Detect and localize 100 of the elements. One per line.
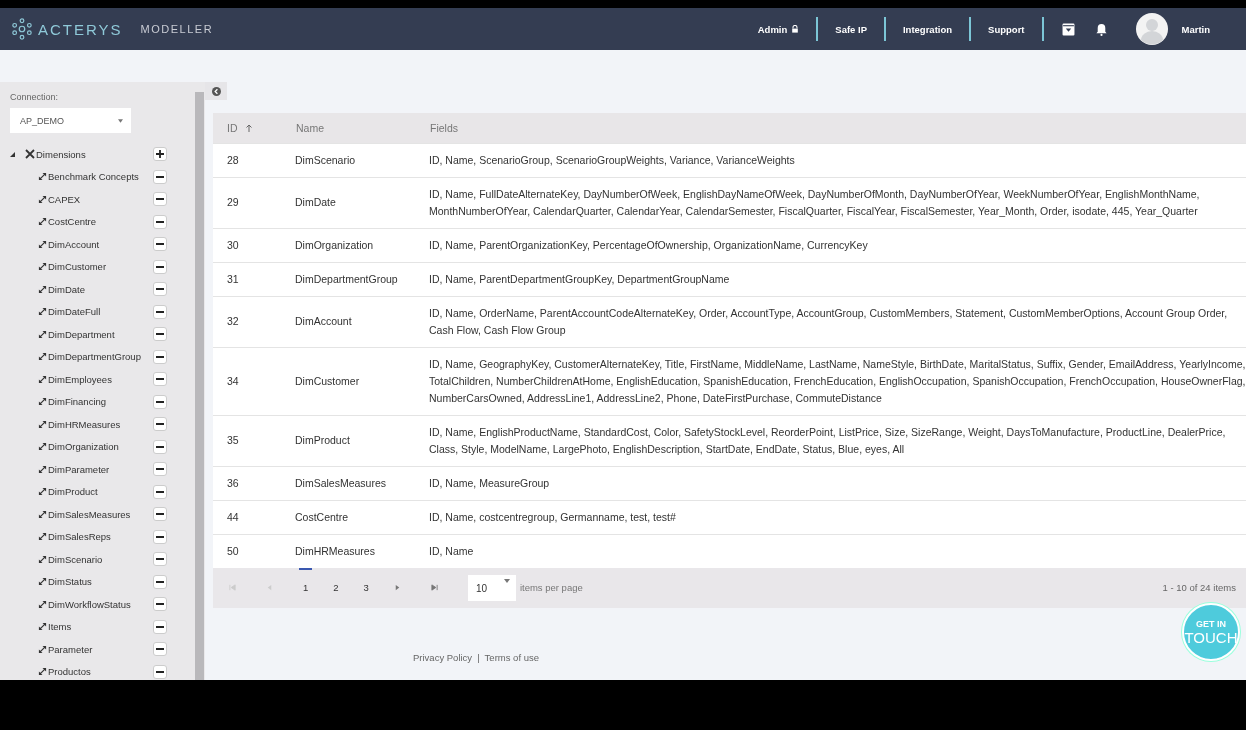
tree-item[interactable]: DimSalesReps bbox=[48, 531, 111, 543]
bell-icon[interactable] bbox=[1094, 22, 1108, 36]
connection-label: Connection: bbox=[10, 92, 60, 102]
collapse-button[interactable] bbox=[205, 82, 227, 100]
tree-item[interactable]: DimParameter bbox=[48, 463, 110, 475]
diagonal-arrow-icon bbox=[38, 374, 47, 384]
page-link[interactable]: 3 bbox=[363, 570, 369, 605]
remove-button[interactable] bbox=[153, 619, 167, 634]
remove-button[interactable] bbox=[153, 372, 167, 387]
footer-separator: | bbox=[477, 651, 480, 663]
diagonal-arrow-icon bbox=[38, 397, 47, 407]
nav-link[interactable]: Safe IP bbox=[818, 23, 884, 35]
diagonal-arrow-icon bbox=[38, 419, 47, 429]
remove-button[interactable] bbox=[153, 552, 167, 567]
caret-icon bbox=[118, 118, 123, 123]
remove-button[interactable] bbox=[153, 597, 167, 612]
tree-item[interactable]: Dimensions bbox=[36, 148, 86, 160]
tree-item[interactable]: Parameter bbox=[48, 643, 93, 655]
diagonal-arrow-icon bbox=[38, 577, 47, 587]
column-header[interactable]: ID bbox=[227, 121, 253, 134]
tree-item[interactable]: DimScenario bbox=[48, 553, 103, 565]
diagonal-arrow-icon bbox=[38, 464, 47, 474]
diagonal-arrow-icon bbox=[38, 644, 47, 654]
column-header[interactable]: Name bbox=[296, 121, 324, 134]
tree-item[interactable]: DimAccount bbox=[48, 238, 100, 250]
sort-arrow-icon bbox=[246, 123, 253, 132]
footer-link[interactable]: Privacy Policy bbox=[413, 651, 473, 663]
remove-button[interactable] bbox=[153, 394, 167, 409]
table-cell: ID, Name, FullDateAlternateKey, DayNumberOfWeek, EnglishDayNameOfWeek, DayNumberOfMonth, DayNumberOfYear, WeekNumberOfYear, EnglishMonthName, MonthNumberOfYear, CalendarQuarter, CalendarYear, CalendarSemester, FiscalQuarter, FiscalYear, FiscalSemester, Year_Month, Order, isodate, 445, Year_Quarter bbox=[429, 187, 1200, 217]
remove-button[interactable] bbox=[153, 282, 167, 297]
tree-item[interactable]: Benchmark Concepts bbox=[48, 171, 139, 183]
scrollbar[interactable] bbox=[195, 92, 204, 680]
nav-link[interactable]: Integration bbox=[886, 23, 970, 35]
tree-item[interactable]: DimHRMeasures bbox=[48, 418, 121, 430]
table-cell: ID, Name, ParentOrganizationKey, PercentageOfOwnership, OrganizationName, CurrencyKey bbox=[429, 238, 868, 251]
table-cell: ID, Name, ParentDepartmentGroupKey, DepartmentGroupName bbox=[429, 272, 730, 285]
table-cell: ID, Name, EnglishProductName, StandardCost, Color, SafetyStockLevel, ReorderPoint, ListPrice, Size, SizeRange, Weight, DaysToManufacture, ProductLine, DealerPrice, Class, Style, ModelName, LargePhoto, EnglishDescription, StartDate, EndDate, Status, Blue, eyes, All bbox=[429, 425, 1226, 455]
nav-link[interactable]: Support bbox=[971, 23, 1042, 35]
tree-item[interactable]: DimOrganization bbox=[48, 441, 119, 453]
remove-button[interactable] bbox=[153, 439, 167, 454]
tree-item[interactable]: DimCustomer bbox=[48, 261, 107, 273]
table-cell: 29 bbox=[227, 196, 239, 208]
tree-item[interactable]: CAPEX bbox=[48, 193, 81, 205]
table-cell: ID, Name bbox=[429, 544, 474, 557]
connection-dropdown[interactable]: AP_DEMO bbox=[10, 108, 131, 133]
tree-item[interactable]: DimEmployees bbox=[48, 373, 112, 385]
tree-item[interactable]: DimSalesMeasures bbox=[48, 508, 131, 520]
user-name[interactable]: Martin bbox=[1181, 23, 1210, 35]
table-cell: DimDepartmentGroup bbox=[295, 272, 398, 285]
tree-item[interactable]: DimDepartmentGroup bbox=[48, 351, 141, 363]
remove-button[interactable] bbox=[153, 484, 167, 499]
remove-button[interactable] bbox=[153, 304, 167, 319]
remove-button[interactable] bbox=[153, 529, 167, 544]
remove-button[interactable] bbox=[153, 214, 167, 229]
tree-item[interactable]: DimFinancing bbox=[48, 396, 107, 408]
nav-link[interactable]: Admin bbox=[740, 23, 817, 35]
logo-icon bbox=[11, 18, 33, 40]
table-cell: 28 bbox=[227, 153, 239, 166]
remove-button[interactable] bbox=[153, 349, 167, 364]
tree-item[interactable]: Items bbox=[48, 621, 72, 633]
expand-toggle[interactable] bbox=[10, 151, 15, 157]
remove-button[interactable] bbox=[153, 642, 167, 657]
caret-icon bbox=[503, 578, 510, 583]
footer-link[interactable]: Terms of use bbox=[484, 651, 539, 663]
column-header[interactable]: Fields bbox=[430, 121, 458, 134]
user-avatar[interactable] bbox=[1135, 13, 1168, 45]
tree-item[interactable]: DimDate bbox=[48, 283, 85, 295]
next-page-icon[interactable] bbox=[393, 584, 401, 591]
tree-item[interactable]: DimDateFull bbox=[48, 306, 101, 318]
remove-button[interactable] bbox=[153, 664, 167, 679]
remove-button[interactable] bbox=[153, 507, 167, 522]
tree-item[interactable]: DimDepartment bbox=[48, 328, 115, 340]
tree-item[interactable]: DimStatus bbox=[48, 576, 92, 588]
table-cell: 34 bbox=[227, 374, 239, 387]
tree-item[interactable]: DimWorkflowStatus bbox=[48, 598, 131, 610]
add-button[interactable] bbox=[153, 147, 167, 162]
diagonal-arrow-icon bbox=[38, 532, 47, 542]
tree-item[interactable]: Productos bbox=[48, 666, 91, 678]
table-cell: 31 bbox=[227, 272, 239, 285]
remove-button[interactable] bbox=[153, 259, 167, 274]
page-link[interactable]: 2 bbox=[333, 570, 339, 605]
tree-item[interactable]: CostCentre bbox=[48, 216, 97, 228]
page-link[interactable]: 1 bbox=[299, 570, 313, 605]
remove-button[interactable] bbox=[153, 574, 167, 589]
diagonal-arrow-icon bbox=[38, 172, 47, 182]
remove-button[interactable] bbox=[153, 192, 167, 207]
diagonal-arrow-icon bbox=[38, 599, 47, 609]
remove-button[interactable] bbox=[153, 237, 167, 252]
table-cell: DimOrganization bbox=[295, 238, 374, 251]
remove-button[interactable] bbox=[153, 417, 167, 432]
remove-button[interactable] bbox=[153, 462, 167, 477]
remove-button[interactable] bbox=[153, 169, 167, 184]
table-cell: DimDate bbox=[295, 196, 336, 208]
product-name: MODELLER bbox=[140, 23, 214, 35]
table-cell: 30 bbox=[227, 238, 239, 251]
last-page-icon[interactable] bbox=[430, 584, 438, 591]
remove-button[interactable] bbox=[153, 327, 167, 342]
archive-icon[interactable] bbox=[1061, 22, 1075, 36]
page-size-dropdown[interactable]: 10 bbox=[467, 574, 516, 601]
tree-item[interactable]: DimProduct bbox=[48, 486, 98, 498]
